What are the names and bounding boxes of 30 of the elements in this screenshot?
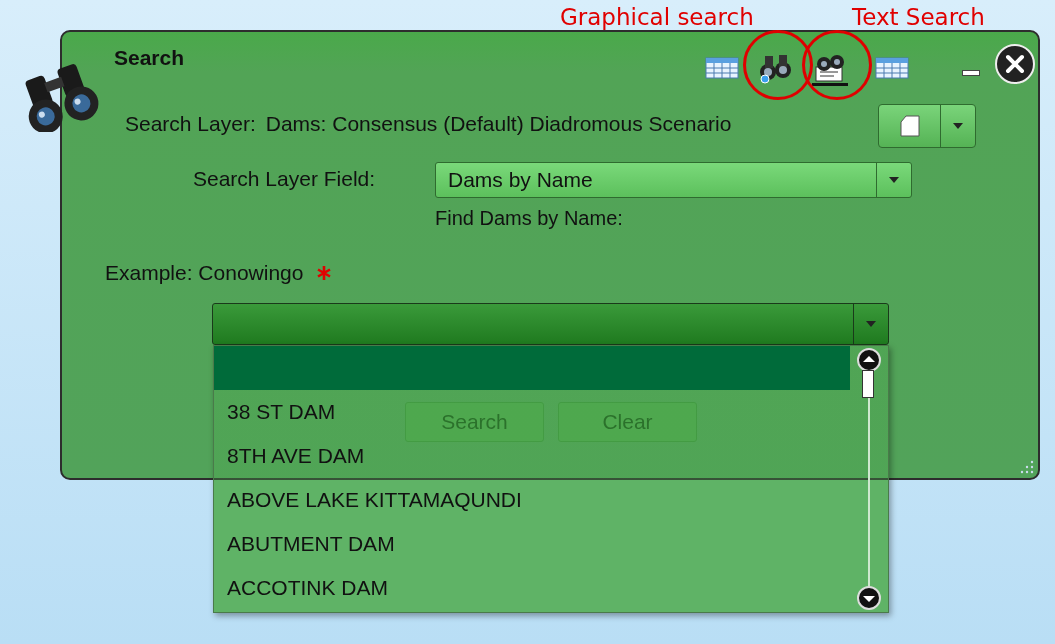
list-item[interactable]: 8TH AVE DAM — [214, 434, 365, 478]
caret-icon — [865, 320, 877, 328]
layer-menu-button[interactable] — [878, 104, 976, 148]
close-icon[interactable] — [995, 44, 1035, 84]
page-icon — [899, 115, 920, 137]
find-label: Find Dams by Name: — [435, 207, 623, 230]
search-layer-field-label: Search Layer Field: — [193, 167, 376, 191]
list-item[interactable]: ABUTMENT DAM — [214, 522, 395, 566]
annotation-circle — [743, 30, 813, 100]
caret-icon — [952, 122, 964, 130]
panel-title: Search — [114, 46, 185, 70]
search-layer-value: Dams: Consensus (Default) Diadromous Scenario — [265, 112, 732, 136]
scrollbar-thumb[interactable] — [862, 370, 874, 398]
table-icon — [705, 57, 739, 79]
example-label: Example: Conowingo — [105, 261, 304, 285]
scroll-down-icon[interactable] — [857, 586, 881, 610]
table-icon — [875, 57, 909, 79]
annotation-label: Graphical search — [560, 4, 754, 30]
annotation-circle — [802, 30, 872, 100]
list-item[interactable]: ACCOTINK DAM — [214, 566, 388, 610]
caret-icon — [888, 176, 900, 184]
minimize-button[interactable] — [962, 70, 980, 76]
search-value-combobox[interactable] — [212, 303, 889, 345]
resize-grip-icon[interactable] — [1020, 460, 1034, 474]
binoculars-icon — [758, 52, 794, 84]
list-item[interactable]: ABOVE LAKE KITTAMAQUNDI — [214, 478, 522, 522]
list-item[interactable]: 38 ST DAM — [214, 390, 336, 434]
search-layer-field-dropdown[interactable]: Dams by Name — [435, 162, 912, 198]
annotation-label: Text Search — [852, 4, 985, 30]
search-layer-label: Search Layer: — [125, 112, 256, 136]
